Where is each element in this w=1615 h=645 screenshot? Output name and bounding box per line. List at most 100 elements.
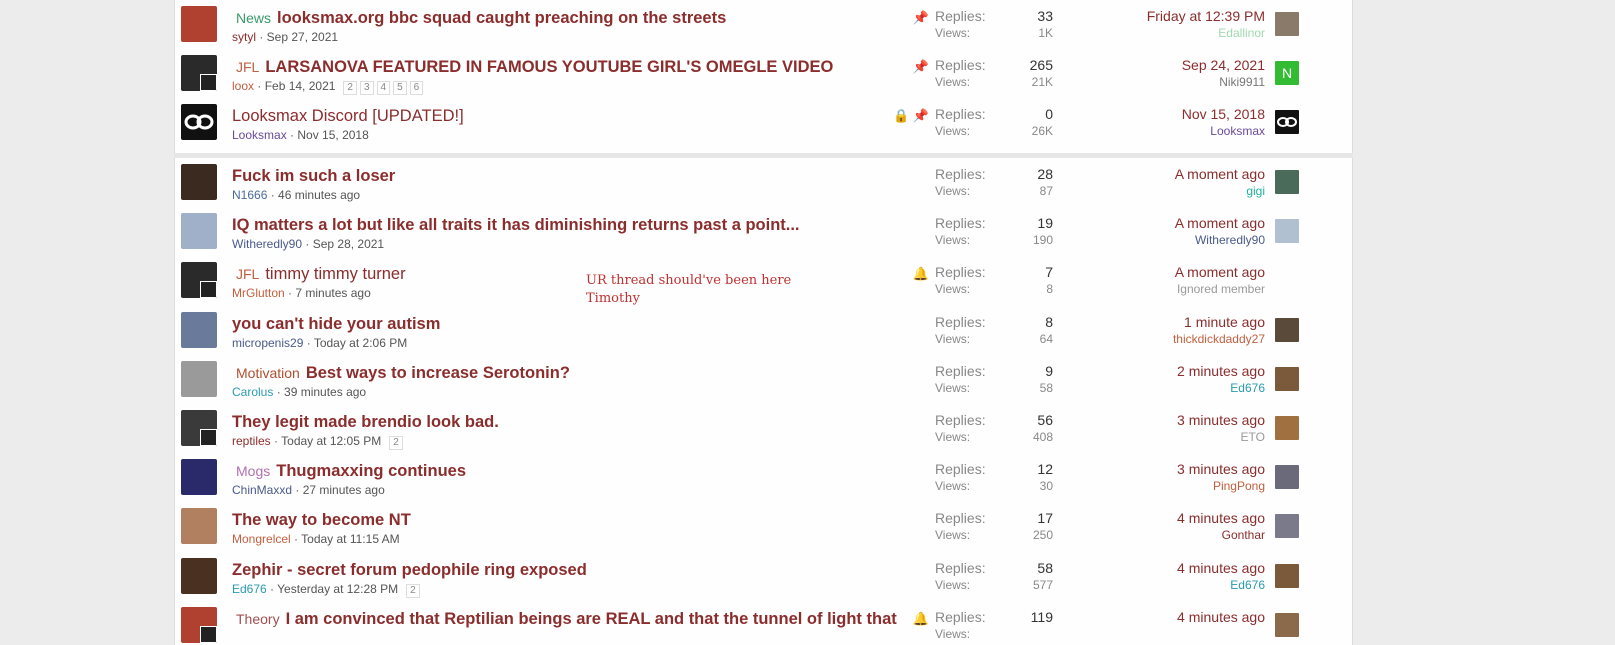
author-avatar[interactable]: [181, 55, 217, 91]
thread-row[interactable]: Looksmax Discord [UPDATED!] Looksmax · No…: [175, 98, 1354, 148]
thread-row[interactable]: Zephir - secret forum pedophile ring exp…: [175, 552, 1354, 602]
author-avatar[interactable]: [181, 606, 217, 643]
thread-prefix[interactable]: Theory: [236, 611, 280, 627]
thread-row[interactable]: JFL LARSANOVA FEATURED IN FAMOUS YOUTUBE …: [175, 49, 1354, 99]
author-avatar[interactable]: [181, 6, 217, 42]
thread-author-link[interactable]: Looksmax: [232, 128, 287, 142]
last-poster-link[interactable]: PingPong: [1105, 478, 1265, 495]
last-poster-link[interactable]: Gonthar: [1105, 527, 1265, 544]
thread-title-link[interactable]: IQ matters a lot but like all traits it …: [232, 216, 800, 234]
last-poster-avatar[interactable]: [1275, 563, 1299, 588]
last-post-time-link[interactable]: 4 minutes ago: [1105, 560, 1265, 577]
last-poster-link[interactable]: Ignored member: [1105, 281, 1265, 298]
last-poster-link[interactable]: Ed676: [1105, 577, 1265, 594]
last-poster-link[interactable]: Edallinor: [1105, 25, 1265, 42]
author-avatar[interactable]: [181, 459, 217, 496]
page-link[interactable]: 3: [359, 81, 374, 95]
author-avatar[interactable]: [181, 410, 217, 446]
thread-author-link[interactable]: Carolus: [232, 385, 273, 399]
last-post-time-link[interactable]: A moment ago: [1105, 215, 1265, 232]
author-avatar[interactable]: [181, 164, 217, 200]
last-poster-link[interactable]: gigi: [1105, 183, 1265, 200]
author-avatar[interactable]: [181, 104, 217, 140]
last-poster-link[interactable]: ETO: [1105, 429, 1265, 446]
last-post-time-link[interactable]: 1 minute ago: [1105, 314, 1265, 331]
last-poster-avatar[interactable]: [1275, 514, 1299, 539]
thread-row[interactable]: you can't hide your autism micropenis29 ·…: [175, 306, 1354, 356]
thread-title-link[interactable]: Looksmax Discord [UPDATED!]: [232, 107, 464, 125]
thread-title-link[interactable]: LARSANOVA FEATURED IN FAMOUS YOUTUBE GIR…: [265, 58, 833, 76]
thread-author-link[interactable]: loox: [232, 79, 254, 93]
thread-prefix[interactable]: Mogs: [236, 463, 270, 479]
last-poster-avatar[interactable]: [1275, 366, 1299, 391]
page-link[interactable]: 2: [343, 81, 357, 95]
last-post-time-link[interactable]: Friday at 12:39 PM: [1105, 8, 1265, 25]
thread-title-link[interactable]: Zephir - secret forum pedophile ring exp…: [232, 561, 587, 579]
thread-row[interactable]: Theory I am convinced that Reptilian bein…: [175, 601, 1354, 645]
thread-title-link[interactable]: Fuck im such a loser: [232, 167, 395, 185]
thread-author-link[interactable]: ChinMaxxd: [232, 483, 292, 497]
last-poster-link[interactable]: Niki9911: [1105, 74, 1265, 91]
page-link[interactable]: 5: [393, 81, 407, 95]
thread-author-link[interactable]: N1666: [232, 188, 267, 202]
last-post-time-link[interactable]: 4 minutes ago: [1105, 510, 1265, 527]
last-post-time-link[interactable]: 3 minutes ago: [1105, 412, 1265, 429]
thread-row[interactable]: The way to become NT Mongrelcel · Today a…: [175, 502, 1354, 552]
thread-title-link[interactable]: looksmax.org bbc squad caught preaching …: [277, 9, 726, 27]
thread-title-link[interactable]: you can't hide your autism: [232, 315, 440, 333]
thread-prefix[interactable]: Motivation: [236, 365, 300, 381]
author-avatar[interactable]: [181, 360, 217, 397]
thread-row[interactable]: Fuck im such a loser N1666 · 46 minutes a…: [175, 158, 1354, 208]
last-poster-avatar[interactable]: [1275, 268, 1299, 293]
last-post-time-link[interactable]: 2 minutes ago: [1105, 363, 1265, 380]
last-poster-link[interactable]: Looksmax: [1105, 123, 1265, 140]
thread-author-link[interactable]: Ed676: [232, 582, 267, 596]
thread-prefix[interactable]: JFL: [236, 266, 259, 282]
author-avatar[interactable]: [181, 508, 217, 545]
last-poster-avatar[interactable]: [1275, 465, 1299, 490]
thread-title-link[interactable]: The way to become NT: [232, 511, 411, 529]
thread-row[interactable]: News looksmax.org bbc squad caught preach…: [175, 0, 1354, 50]
thread-author-link[interactable]: reptiles: [232, 434, 271, 448]
author-avatar[interactable]: [181, 262, 217, 299]
author-avatar[interactable]: [181, 557, 217, 594]
last-post-time-link[interactable]: A moment ago: [1105, 166, 1265, 183]
last-poster-link[interactable]: thickdickdaddy27: [1105, 331, 1265, 348]
thread-row[interactable]: IQ matters a lot but like all traits it …: [175, 207, 1354, 257]
last-poster-avatar[interactable]: [1275, 170, 1299, 194]
page-link[interactable]: 2: [406, 583, 420, 598]
author-avatar[interactable]: [181, 311, 217, 348]
last-poster-avatar[interactable]: [1275, 416, 1299, 440]
thread-row[interactable]: Mogs Thugmaxxing continues ChinMaxxd · 27 …: [175, 453, 1354, 503]
thread-title-link[interactable]: I am convinced that Reptilian beings are…: [286, 610, 897, 628]
thread-title-link[interactable]: Best ways to increase Serotonin?: [306, 364, 570, 382]
last-post-time-link[interactable]: 3 minutes ago: [1105, 461, 1265, 478]
last-poster-avatar[interactable]: N: [1275, 61, 1299, 85]
page-link[interactable]: 4: [376, 81, 391, 95]
page-link[interactable]: 6: [409, 81, 424, 95]
last-post-time-link[interactable]: A moment ago: [1105, 264, 1265, 281]
author-avatar[interactable]: [181, 213, 217, 250]
last-post-time-link[interactable]: Sep 24, 2021: [1105, 57, 1265, 74]
last-poster-avatar[interactable]: [1275, 612, 1299, 637]
thread-title-link[interactable]: Thugmaxxing continues: [276, 462, 466, 480]
thread-title-link[interactable]: They legit made brendio look bad.: [232, 413, 499, 431]
thread-author-link[interactable]: micropenis29: [232, 336, 303, 350]
thread-row[interactable]: Motivation Best ways to increase Serotoni…: [175, 355, 1354, 405]
thread-author-link[interactable]: sytyl: [232, 30, 256, 44]
page-link[interactable]: 2: [389, 436, 403, 450]
thread-prefix[interactable]: News: [236, 10, 271, 26]
thread-title-link[interactable]: timmy timmy turner: [265, 265, 405, 283]
thread-prefix[interactable]: JFL: [236, 59, 259, 75]
last-poster-link[interactable]: Witheredly90: [1105, 232, 1265, 249]
last-poster-avatar[interactable]: [1275, 12, 1299, 36]
last-poster-avatar[interactable]: [1275, 219, 1299, 244]
last-poster-avatar[interactable]: [1275, 110, 1299, 134]
thread-author-link[interactable]: MrGlutton: [232, 286, 285, 300]
last-poster-avatar[interactable]: [1275, 317, 1299, 342]
last-post-time-link[interactable]: 4 minutes ago: [1105, 609, 1265, 626]
thread-author-link[interactable]: Witheredly90: [232, 237, 302, 251]
thread-row[interactable]: They legit made brendio look bad. reptile…: [175, 404, 1354, 454]
thread-author-link[interactable]: Mongrelcel: [232, 532, 291, 546]
last-post-time-link[interactable]: Nov 15, 2018: [1105, 106, 1265, 123]
